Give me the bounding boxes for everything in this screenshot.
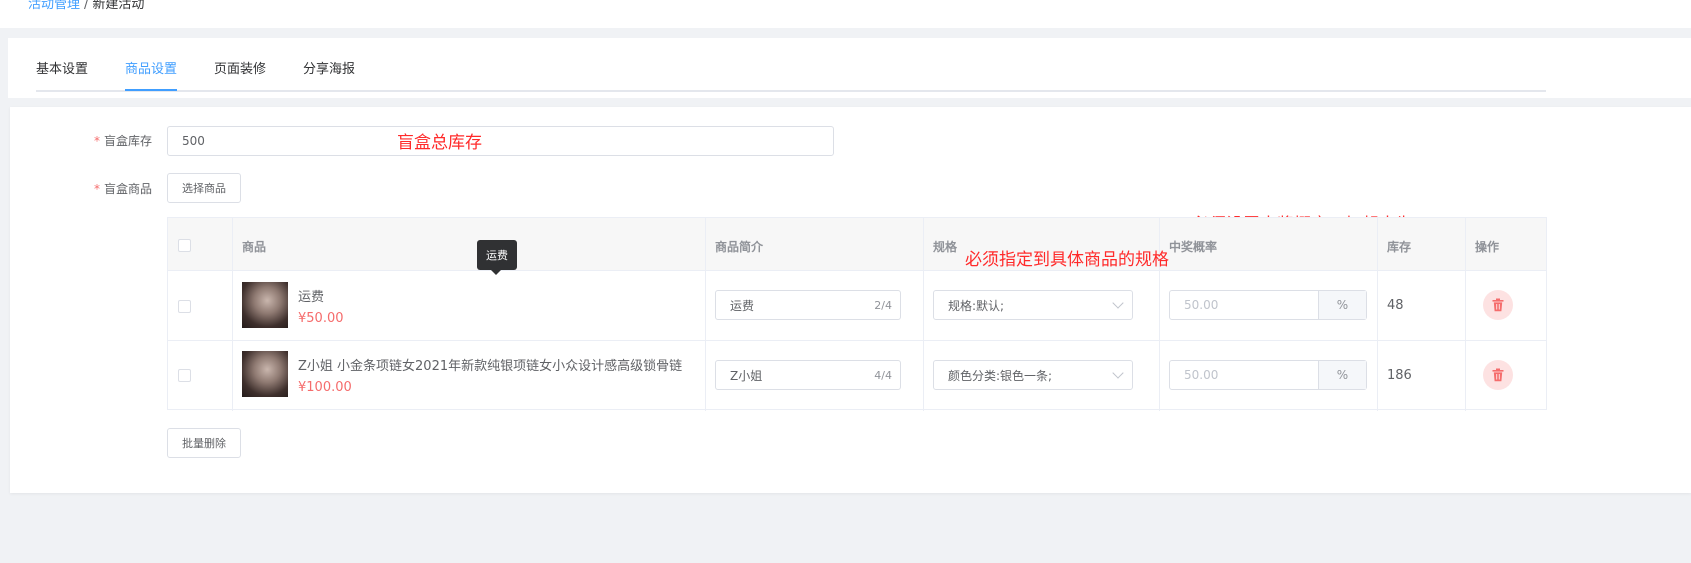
intro-input[interactable]: Z小姐 4/4 xyxy=(715,360,901,390)
goods-table: 商品 商品简介 规格 中奖概率 库存 操作 运费 ¥50.00 运费 2/4 规… xyxy=(167,217,1547,411)
delete-button[interactable] xyxy=(1483,290,1513,320)
intro-input-value: Z小姐 xyxy=(730,368,763,383)
percent-suffix: % xyxy=(1318,291,1366,319)
column-header-intro: 商品简介 xyxy=(715,240,764,254)
probability-input[interactable]: 50.00 % xyxy=(1169,290,1367,320)
row-checkbox[interactable] xyxy=(178,369,191,382)
column-header-spec: 规格 xyxy=(933,240,958,254)
spec-select[interactable]: 规格:默认; xyxy=(933,290,1133,320)
column-divider xyxy=(923,218,924,411)
column-divider xyxy=(1465,218,1466,411)
tooltip-arrow xyxy=(490,269,502,275)
tab-share-poster[interactable]: 分享海报 xyxy=(303,58,355,77)
active-tab-indicator xyxy=(125,89,177,91)
product-price: ¥100.00 xyxy=(298,380,352,395)
percent-suffix: % xyxy=(1318,361,1366,389)
column-divider xyxy=(705,218,706,411)
breadcrumb-current: 新建活动 xyxy=(92,0,145,12)
probability-placeholder: 50.00 xyxy=(1184,368,1219,382)
select-all-checkbox[interactable] xyxy=(178,239,191,252)
select-goods-button[interactable]: 选择商品 xyxy=(167,173,241,203)
breadcrumb-parent-link[interactable]: 活动管理 xyxy=(28,0,80,12)
stock-value: 48 xyxy=(1387,298,1404,313)
product-thumbnail xyxy=(242,282,288,328)
stock-value: 186 xyxy=(1387,368,1412,383)
spec-select[interactable]: 颜色分类:银色一条; xyxy=(933,360,1133,390)
stock-input-value: 500 xyxy=(182,134,205,148)
product-name: Z小姐 小金条项链女2021年新款纯银项链女小众设计感高级锁骨链 xyxy=(298,359,683,374)
stock-input[interactable]: 500 xyxy=(167,126,834,156)
batch-delete-button[interactable]: 批量删除 xyxy=(167,428,241,458)
column-header-goods: 商品 xyxy=(242,240,267,254)
intro-input[interactable]: 运费 2/4 xyxy=(715,290,901,320)
column-divider xyxy=(1377,218,1378,411)
table-header: 商品 商品简介 规格 中奖概率 库存 操作 xyxy=(168,218,1546,271)
goods-label: * 盲盒商品 xyxy=(94,182,153,196)
product-name: 运费 xyxy=(298,290,325,305)
trash-icon xyxy=(1492,368,1504,382)
product-thumbnail xyxy=(242,351,288,397)
chevron-down-icon xyxy=(1112,367,1124,379)
spec-select-value: 规格:默认; xyxy=(948,298,1005,313)
row-divider xyxy=(168,340,1546,341)
tabs-divider xyxy=(36,90,1546,92)
annotation-stock: 盲盒总库存 xyxy=(397,133,482,153)
spec-select-value: 颜色分类:银色一条; xyxy=(948,368,1053,383)
annotation-spec: 必须指定到具体商品的规格 xyxy=(965,250,1169,270)
column-divider xyxy=(232,218,233,411)
intro-char-count: 2/4 xyxy=(874,298,892,312)
stock-label: * 盲盒库存 xyxy=(94,134,153,148)
intro-input-value: 运费 xyxy=(730,298,755,313)
probability-placeholder: 50.00 xyxy=(1184,298,1219,312)
breadcrumb: 活动管理 / 新建活动 xyxy=(28,0,144,12)
tab-basic-settings[interactable]: 基本设置 xyxy=(36,58,88,77)
intro-char-count: 4/4 xyxy=(874,368,892,382)
breadcrumb-separator: / xyxy=(84,0,89,12)
breadcrumb-bar: 活动管理 / 新建活动 xyxy=(0,0,1691,28)
delete-button[interactable] xyxy=(1483,360,1513,390)
trash-icon xyxy=(1492,298,1504,312)
product-price: ¥50.00 xyxy=(298,311,344,326)
column-header-probability: 中奖概率 xyxy=(1169,240,1218,254)
tab-goods-settings[interactable]: 商品设置 xyxy=(125,58,177,77)
tab-page-decoration[interactable]: 页面装修 xyxy=(214,58,266,77)
column-header-stock: 库存 xyxy=(1387,240,1412,254)
required-mark: * xyxy=(94,182,100,196)
required-mark: * xyxy=(94,134,100,148)
probability-input[interactable]: 50.00 % xyxy=(1169,360,1367,390)
tabs-card: 基本设置 商品设置 页面装修 分享海报 xyxy=(8,38,1691,98)
chevron-down-icon xyxy=(1112,297,1124,309)
column-header-actions: 操作 xyxy=(1475,240,1500,254)
row-checkbox[interactable] xyxy=(178,300,191,313)
product-name-tooltip: 运费 xyxy=(477,240,517,270)
